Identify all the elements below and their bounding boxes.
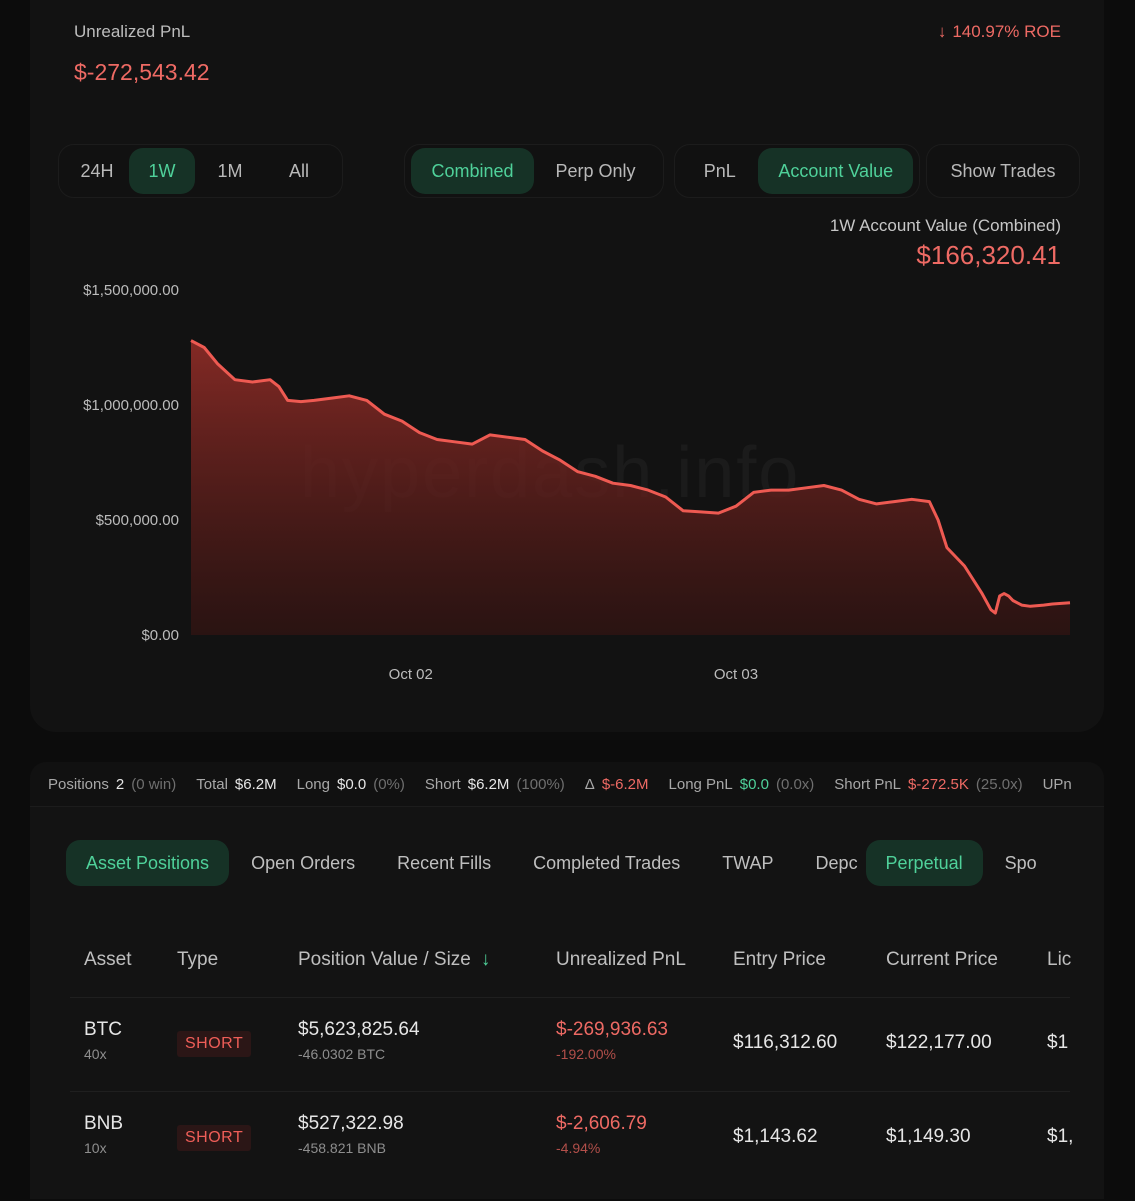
timeframe-24h[interactable]: 24H (65, 148, 129, 194)
entry-price: $116,312.60 (733, 1032, 838, 1053)
asset-leverage: 10x (84, 1140, 107, 1156)
current-price: $122,177.00 (886, 1032, 992, 1053)
sort-arrow-icon: ↓ (480, 949, 491, 970)
short-badge: SHORT (177, 1031, 252, 1057)
row-divider (70, 1091, 1070, 1092)
upnl-percent: -192.00% (556, 1046, 616, 1062)
tab-open-orders[interactable]: Open Orders (231, 840, 375, 886)
y-tick-label: $1,000,000.00 (83, 397, 179, 414)
liquidation-price: $1 (1047, 1032, 1069, 1053)
stat-short: Short $6.2M (100%) (424, 775, 565, 793)
account-chart-card (30, 0, 1104, 732)
roe-indicator: ↓ 140.97% ROE (938, 22, 1061, 42)
stat-long: Long $0.0 (0%) (296, 775, 405, 793)
timeframe-all[interactable]: All (265, 148, 333, 194)
asset-symbol: BNB (84, 1113, 124, 1134)
chart-caption: 1W Account Value (Combined) (829, 216, 1061, 235)
scope-combined[interactable]: Combined (411, 148, 534, 194)
y-tick-label: $0.00 (141, 627, 179, 644)
position-value: $5,623,825.64 (298, 1019, 420, 1040)
chart-current-value: $166,320.41 (916, 240, 1061, 270)
timeframe-selector: 24H 1W 1M All (58, 144, 343, 198)
timeframe-1m[interactable]: 1M (195, 148, 265, 194)
y-tick-label: $1,500,000.00 (83, 282, 179, 299)
stat-short-pnl: Short PnL $-272.5K (25.0x) (834, 775, 1023, 793)
show-trades-group: Show Trades (926, 144, 1080, 198)
table-row[interactable]: BTC 40x (84, 1019, 122, 1062)
unrealized-pnl-cell: $-269,936.63 -192.00% (556, 1019, 668, 1062)
show-trades-button[interactable]: Show Trades (933, 148, 1073, 194)
col-type[interactable]: Type (177, 949, 218, 971)
asset-leverage: 40x (84, 1046, 107, 1062)
liquidation-price: $1, (1047, 1126, 1072, 1147)
col-position-value[interactable]: Position Value / Size ↓ (298, 949, 490, 971)
short-badge: SHORT (177, 1125, 252, 1151)
timeframe-1w[interactable]: 1W (129, 148, 195, 194)
position-type-cell: SHORT (177, 1031, 252, 1057)
stat-upnl: UPn (1042, 775, 1072, 793)
tab-completed-trades[interactable]: Completed Trades (513, 840, 700, 886)
x-tick-label: Oct 02 (388, 666, 433, 683)
current-price: $1,149.30 (886, 1126, 971, 1147)
row-divider (70, 997, 1070, 998)
entry-price: $1,143.62 (733, 1126, 818, 1147)
col-unrealized-pnl[interactable]: Unrealized PnL (556, 949, 686, 971)
positions-card: Asset Positions Open Orders Recent Fills… (30, 806, 1104, 1199)
asset-symbol: BTC (84, 1019, 122, 1040)
stat-long-pnl: Long PnL $0.0 (0.0x) (668, 775, 815, 793)
metric-pnl[interactable]: PnL (681, 148, 758, 194)
tab-recent-fills[interactable]: Recent Fills (377, 840, 511, 886)
roe-value: 140.97% ROE (952, 22, 1061, 41)
positions-tabs: Asset Positions Open Orders Recent Fills… (66, 835, 1072, 891)
position-value-cell: $5,623,825.64 -46.0302 BTC (298, 1019, 420, 1062)
col-liquidation-price[interactable]: Lic (1047, 949, 1071, 971)
col-asset[interactable]: Asset (84, 949, 132, 971)
position-value: $527,322.98 (298, 1113, 404, 1134)
upnl-value: $-2,606.79 (556, 1113, 647, 1134)
tab-deposits[interactable]: Depc (796, 840, 860, 886)
col-entry-price[interactable]: Entry Price (733, 949, 826, 971)
unrealized-pnl-cell: $-2,606.79 -4.94% (556, 1113, 647, 1156)
scope-selector: Combined Perp Only (404, 144, 664, 198)
positions-summary-bar: Positions 2 (0 win) Total $6.2M Long $0.… (30, 762, 1104, 806)
upnl-value: $-269,936.63 (556, 1019, 668, 1040)
table-row[interactable]: BNB 10x (84, 1113, 123, 1156)
metric-account-value[interactable]: Account Value (758, 148, 913, 194)
position-type-cell: SHORT (177, 1125, 252, 1151)
scope-perp-only[interactable]: Perp Only (534, 148, 657, 194)
positions-table: Asset Type Position Value / Size ↓ Unreal… (70, 931, 1072, 1201)
delta-icon: Δ (584, 775, 595, 793)
unrealized-pnl-value: $-272,543.42 (74, 59, 210, 85)
position-size: -458.821 BNB (298, 1140, 386, 1156)
tab-perpetual[interactable]: Perpetual (865, 840, 983, 886)
arrow-down-icon: ↓ (937, 22, 947, 41)
y-tick-label: $500,000.00 (95, 512, 179, 529)
stat-total: Total $6.2M (196, 775, 277, 793)
unrealized-pnl-label: Unrealized PnL (74, 22, 191, 41)
tab-twap[interactable]: TWAP (702, 840, 793, 886)
position-value-cell: $527,322.98 -458.821 BNB (298, 1113, 404, 1156)
tab-spot[interactable]: Spo (985, 840, 1057, 886)
position-size: -46.0302 BTC (298, 1046, 386, 1062)
tab-asset-positions[interactable]: Asset Positions (66, 840, 230, 886)
col-current-price[interactable]: Current Price (886, 949, 998, 971)
stat-delta: Δ $-6.2M (584, 775, 649, 793)
stat-positions: Positions 2 (0 win) (48, 775, 177, 793)
x-tick-label: Oct 03 (713, 666, 759, 683)
metric-selector: PnL Account Value (674, 144, 920, 198)
upnl-percent: -4.94% (556, 1140, 601, 1156)
